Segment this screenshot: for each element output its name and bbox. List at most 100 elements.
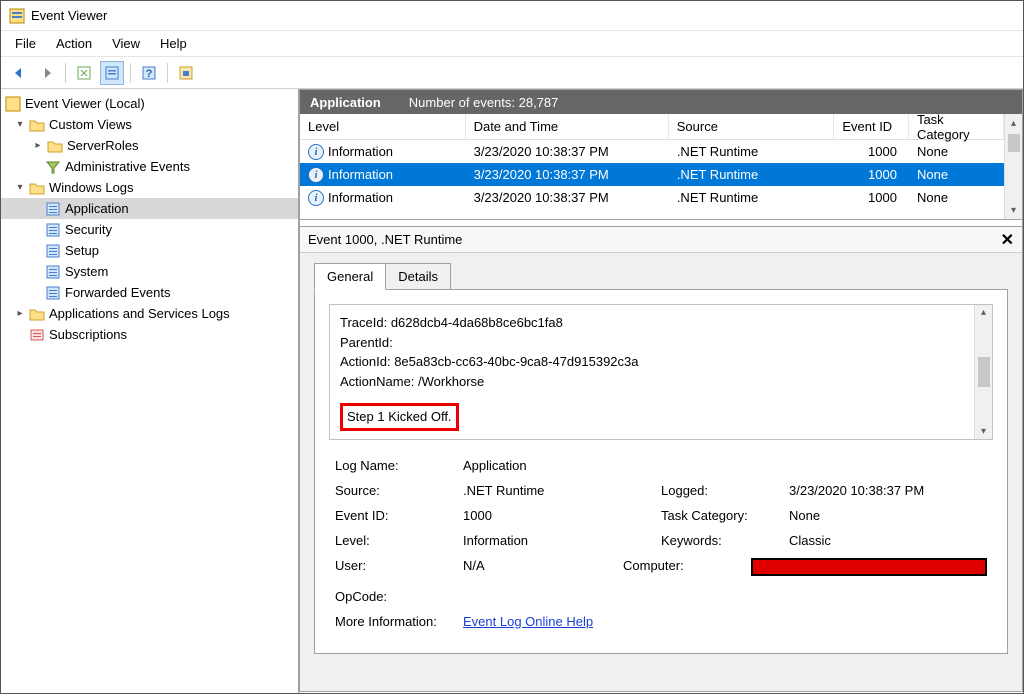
message-scrollbar[interactable]: ▴ ▾ [974, 305, 992, 439]
scroll-down-icon[interactable]: ▾ [1005, 201, 1022, 219]
tree-label: Forwarded Events [65, 285, 171, 300]
col-source[interactable]: Source [669, 114, 835, 139]
cell-date: 3/23/2020 10:38:37 PM [466, 190, 669, 205]
forward-button[interactable] [35, 61, 59, 85]
tree-application[interactable]: Application [1, 198, 298, 219]
toolbar: ? [1, 57, 1023, 89]
event-viewer-window: Event Viewer File Action View Help ? Eve… [0, 0, 1024, 694]
detail-pane: Event 1000, .NET Runtime ✕ General Detai… [300, 226, 1022, 691]
prop-value: Application [463, 458, 661, 473]
prop-label: Logged: [661, 483, 789, 498]
event-properties: Log Name:Application Source:.NET Runtime… [335, 458, 987, 629]
events-table[interactable]: Level Date and Time Source Event ID Task… [300, 114, 1004, 219]
col-task-category[interactable]: Task Category [909, 114, 1004, 139]
prop-label: Level: [335, 533, 463, 548]
titlebar-text: Event Viewer [31, 8, 107, 23]
log-icon [45, 201, 61, 217]
tab-details[interactable]: Details [385, 263, 451, 289]
help-button[interactable]: ? [137, 61, 161, 85]
table-row[interactable]: iInformation 3/23/2020 10:38:37 PM .NET … [300, 140, 1004, 163]
msg-line: TraceId: d628dcb4-4da68b8ce6bc1fa8 [340, 313, 968, 333]
scroll-up-icon[interactable]: ▴ [981, 305, 986, 320]
table-row[interactable]: iInformation 3/23/2020 10:38:37 PM .NET … [300, 163, 1004, 186]
grid-header-row: Level Date and Time Source Event ID Task… [300, 114, 1004, 140]
log-icon [45, 243, 61, 259]
tree-root[interactable]: Event Viewer (Local) [1, 93, 298, 114]
prop-label: Task Category: [661, 508, 789, 523]
titlebar: Event Viewer [1, 1, 1023, 31]
detail-title: Event 1000, .NET Runtime [308, 232, 462, 247]
refresh-button[interactable] [174, 61, 198, 85]
redacted-box [751, 558, 987, 576]
chevron-down-icon[interactable]: ▾ [13, 181, 27, 195]
back-button[interactable] [7, 61, 31, 85]
tree-server-roles[interactable]: ▸ ServerRoles [1, 135, 298, 156]
svg-text:?: ? [146, 68, 153, 80]
tree-subscriptions[interactable]: Subscriptions [1, 324, 298, 345]
table-row[interactable]: iInformation 3/23/2020 10:38:37 PM .NET … [300, 186, 1004, 209]
tree-setup[interactable]: Setup [1, 240, 298, 261]
menu-help[interactable]: Help [150, 32, 197, 55]
tree-root-label: Event Viewer (Local) [25, 96, 145, 111]
info-icon: i [308, 144, 324, 160]
tree-pane[interactable]: Event Viewer (Local) ▾ Custom Views ▸ Se… [1, 89, 299, 693]
menu-action[interactable]: Action [46, 32, 102, 55]
scroll-thumb[interactable] [1008, 134, 1020, 152]
prop-label: OpCode: [335, 589, 463, 604]
main-split: Event Viewer (Local) ▾ Custom Views ▸ Se… [1, 89, 1023, 693]
scroll-down-icon[interactable]: ▾ [981, 424, 986, 439]
toolbar-separator [65, 63, 66, 83]
events-grid: Level Date and Time Source Event ID Task… [300, 114, 1022, 220]
scroll-up-icon[interactable]: ▴ [1005, 114, 1022, 132]
col-date[interactable]: Date and Time [466, 114, 669, 139]
tree-admin-events[interactable]: Administrative Events [1, 156, 298, 177]
menu-file[interactable]: File [5, 32, 46, 55]
header-count: Number of events: 28,787 [409, 95, 559, 110]
show-tree-button[interactable] [72, 61, 96, 85]
tree-security[interactable]: Security [1, 219, 298, 240]
prop-label: Keywords: [661, 533, 789, 548]
menu-view[interactable]: View [102, 32, 150, 55]
cell-source: .NET Runtime [669, 190, 835, 205]
close-icon[interactable]: ✕ [1001, 230, 1014, 250]
prop-label: Event ID: [335, 508, 463, 523]
col-level[interactable]: Level [300, 114, 466, 139]
cell-level: Information [328, 167, 393, 182]
prop-value-redacted [751, 558, 987, 579]
col-event-id[interactable]: Event ID [834, 114, 909, 139]
toolbar-separator [130, 63, 131, 83]
tree-apps-services[interactable]: ▸ Applications and Services Logs [1, 303, 298, 324]
prop-label: More Information: [335, 614, 463, 629]
folder-icon [29, 180, 45, 196]
message-box[interactable]: TraceId: d628dcb4-4da68b8ce6bc1fa8 Paren… [329, 304, 993, 440]
detail-body: General Details TraceId: d628dcb4-4da68b… [300, 253, 1022, 691]
grid-scrollbar[interactable]: ▴ ▾ [1004, 114, 1022, 219]
chevron-down-icon[interactable]: ▾ [13, 118, 27, 132]
cell-cat: None [909, 167, 1004, 182]
tree-label: Windows Logs [49, 180, 134, 195]
tree-system[interactable]: System [1, 261, 298, 282]
content-pane: Application Number of events: 28,787 Lev… [299, 89, 1023, 692]
scroll-thumb[interactable] [978, 357, 990, 387]
tree-forwarded[interactable]: Forwarded Events [1, 282, 298, 303]
cell-source: .NET Runtime [669, 167, 835, 182]
msg-line: ActionName: /Workhorse [340, 372, 968, 392]
cell-date: 3/23/2020 10:38:37 PM [466, 144, 669, 159]
prop-value: 3/23/2020 10:38:37 PM [789, 483, 987, 498]
chevron-right-icon[interactable]: ▸ [31, 139, 45, 153]
tree-custom-views[interactable]: ▾ Custom Views [1, 114, 298, 135]
tree-windows-logs[interactable]: ▾ Windows Logs [1, 177, 298, 198]
cell-id: 1000 [834, 144, 909, 159]
prop-value: None [789, 508, 987, 523]
highlight-box: Step 1 Kicked Off. [340, 403, 459, 431]
message-text: TraceId: d628dcb4-4da68b8ce6bc1fa8 Paren… [340, 313, 968, 431]
tab-general[interactable]: General [314, 263, 386, 290]
tree-label: System [65, 264, 108, 279]
log-icon [45, 264, 61, 280]
chevron-right-icon[interactable]: ▸ [13, 307, 27, 321]
prop-value: 1000 [463, 508, 661, 523]
event-log-help-link[interactable]: Event Log Online Help [463, 614, 593, 629]
prop-value: Classic [789, 533, 987, 548]
eventviewer-icon [5, 96, 21, 112]
properties-button[interactable] [100, 61, 124, 85]
